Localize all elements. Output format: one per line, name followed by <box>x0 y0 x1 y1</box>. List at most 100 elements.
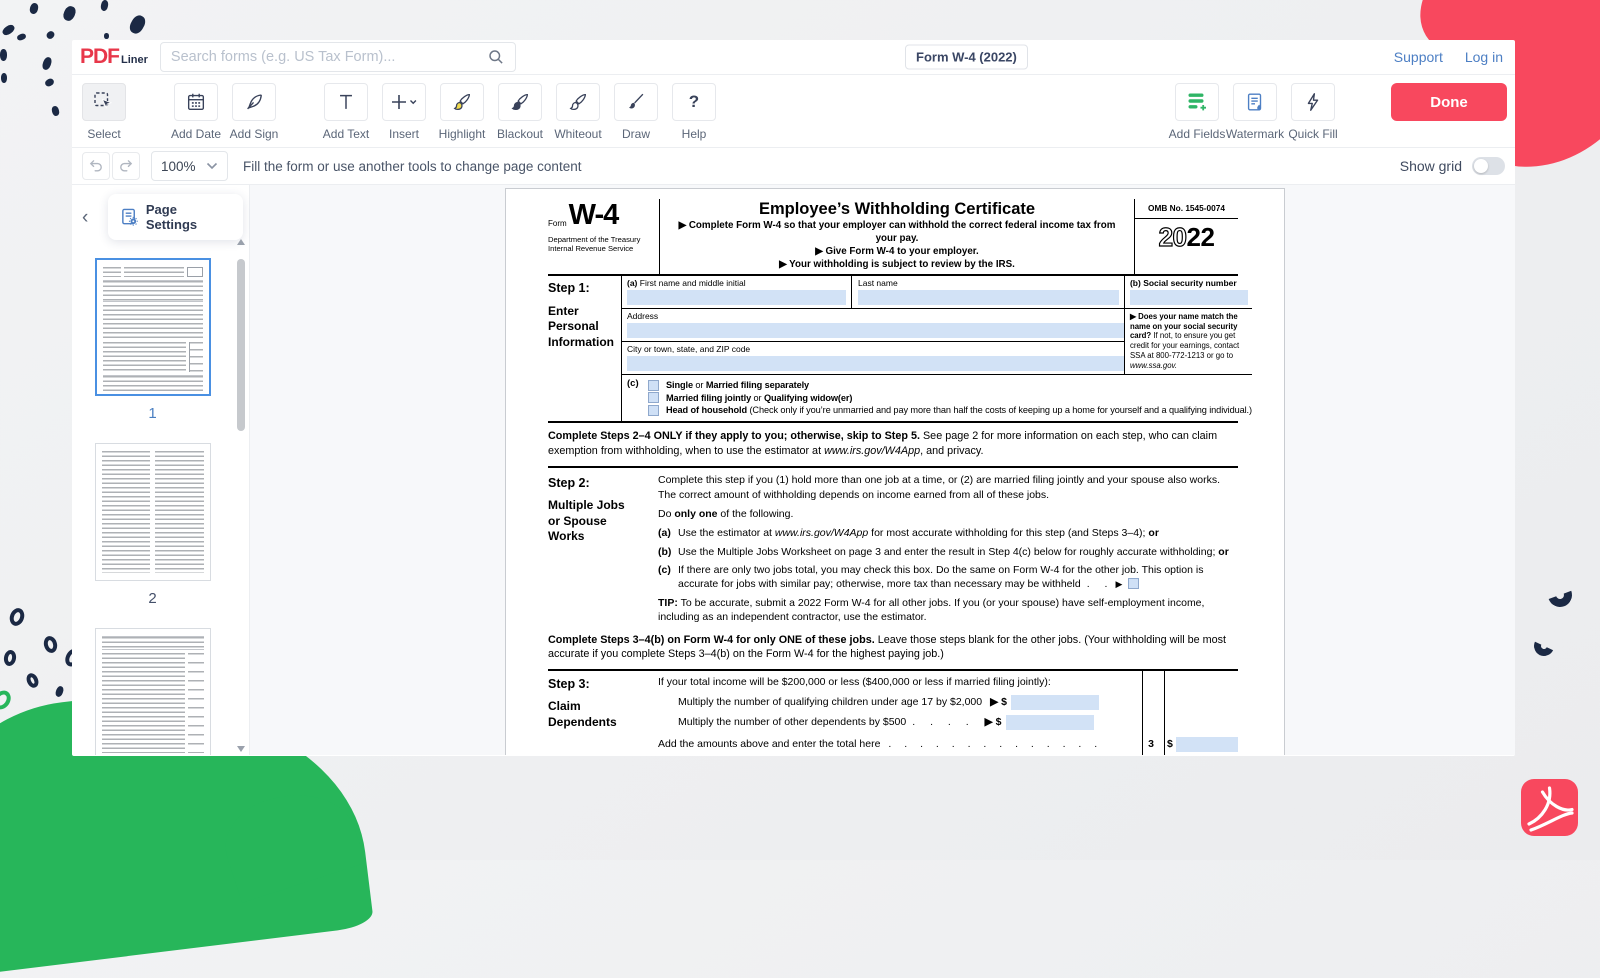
step2-paragraph-1: Complete this step if you (1) hold more … <box>658 473 1238 502</box>
other-dependents-field[interactable] <box>1006 715 1094 730</box>
ink-blot <box>61 4 77 22</box>
highlight-brush-icon <box>451 91 473 113</box>
show-grid-label: Show grid <box>1400 158 1462 174</box>
page-thumbnail-3[interactable] <box>95 628 211 755</box>
scroll-up-arrow[interactable] <box>237 239 245 245</box>
w4-form-page: Form W-4 Department of the Treasury Inte… <box>505 188 1285 755</box>
select-tool-button[interactable]: Select <box>82 83 126 141</box>
add-fields-icon <box>1185 90 1209 114</box>
ring-doodle <box>3 649 18 667</box>
ink-blot <box>16 33 27 42</box>
step3-label-col: Step 3: Claim Dependents <box>548 675 658 752</box>
add-sign-button[interactable]: Add Sign <box>232 83 276 141</box>
step2c-arrow: ▶ <box>1115 579 1122 589</box>
dept-line2: Internal Revenue Service <box>548 244 653 253</box>
step2-option-a: (a) Use the estimator at www.irs.gov/W4A… <box>658 526 1238 540</box>
w4-header-center: Employee’s Withholding Certificate ▶ Com… <box>660 199 1134 274</box>
select-cursor-icon <box>92 90 116 114</box>
first-name-field[interactable] <box>627 290 846 305</box>
dept-line1: Department of the Treasury <box>548 235 653 244</box>
step3-intro: If your total income will be $200,000 or… <box>658 675 1139 689</box>
ssn-label: Social security number <box>1143 278 1237 288</box>
filing-status-tag: (c) <box>622 378 648 417</box>
address-label: Address <box>627 311 1124 321</box>
quick-fill-button[interactable]: Quick Fill <box>1291 83 1335 141</box>
insert-button[interactable]: Insert <box>382 83 426 141</box>
ink-blot <box>54 685 64 698</box>
year-outline: 20 <box>1159 222 1187 252</box>
login-link[interactable]: Log in <box>1465 49 1503 65</box>
blackout-label: Blackout <box>497 127 543 141</box>
page-number-1[interactable]: 1 <box>148 405 156 422</box>
main-toolbar: Select Add Date Add Sign <box>72 75 1515 148</box>
two-jobs-checkbox[interactable] <box>1128 578 1139 589</box>
step2-sub1: Multiple Jobs <box>548 498 658 514</box>
steps-3-4b-note: Complete Steps 3–4(b) on Form W-4 for on… <box>548 631 1238 672</box>
qualifying-children-field[interactable] <box>1011 695 1099 710</box>
steps-3-4-table: Step 3: Claim Dependents If your total i… <box>548 671 1238 755</box>
blackout-button[interactable]: Blackout <box>498 83 542 141</box>
paintbrush-icon <box>625 91 647 113</box>
first-name-label: First name and middle initial <box>640 278 746 288</box>
step2-paragraph-2: Do only one of the following. <box>658 507 1238 521</box>
ssn-tag: (b) <box>1130 278 1141 288</box>
w4-header-left: Form W-4 Department of the Treasury Inte… <box>548 199 660 274</box>
head-of-household-option-label: Head of household (Check only if you’re … <box>666 405 1252 415</box>
single-checkbox[interactable] <box>648 380 659 391</box>
ssa-note-url: www.ssa.gov. <box>1130 361 1177 370</box>
pdfliner-logo[interactable]: PDF Liner <box>80 45 148 69</box>
head-of-household-checkbox[interactable] <box>648 405 659 416</box>
support-link[interactable]: Support <box>1394 49 1443 65</box>
pages-sidebar: ‹ Page Settings <box>72 185 250 755</box>
redo-button[interactable] <box>112 152 140 180</box>
sidebar-scrollbar <box>236 239 246 752</box>
page-thumbnail-1[interactable] <box>95 258 211 396</box>
search-bar <box>160 42 516 72</box>
page-number-2[interactable]: 2 <box>148 590 156 607</box>
city-field[interactable] <box>627 356 1124 371</box>
address-field[interactable] <box>627 323 1124 338</box>
scrollbar-thumb[interactable] <box>237 259 245 431</box>
step3-total-field[interactable] <box>1176 737 1238 752</box>
watermark-button[interactable]: Watermark <box>1233 83 1277 141</box>
whiteout-label: Whiteout <box>554 127 601 141</box>
page-settings-button[interactable]: Page Settings <box>108 194 243 240</box>
highlight-button[interactable]: Highlight <box>440 83 484 141</box>
add-date-button[interactable]: Add Date <box>174 83 218 141</box>
ink-blot <box>41 56 53 71</box>
last-name-field[interactable] <box>858 290 1119 305</box>
w4-bullet-1: ▶ Complete Form W-4 so that your employe… <box>668 220 1126 246</box>
first-name-tag: (a) <box>627 278 637 288</box>
search-input[interactable] <box>171 49 487 65</box>
help-button[interactable]: ? Help <box>672 83 716 141</box>
married-jointly-checkbox[interactable] <box>648 392 659 403</box>
toggle-knob <box>1474 159 1488 173</box>
undo-button[interactable] <box>82 152 110 180</box>
insert-label: Insert <box>389 127 419 141</box>
zoom-select[interactable]: 100% <box>151 151 228 181</box>
year-bold: 22 <box>1187 222 1215 252</box>
draw-label: Draw <box>622 127 650 141</box>
help-label: Help <box>682 127 707 141</box>
ink-blot <box>1 73 7 83</box>
w4-bullet-3: ▶ Your withholding is subject to review … <box>668 259 1126 272</box>
ssn-field[interactable] <box>1130 290 1248 305</box>
draw-button[interactable]: Draw <box>614 83 658 141</box>
ink-blot <box>0 49 7 61</box>
done-button[interactable]: Done <box>1391 83 1507 121</box>
scroll-down-arrow[interactable] <box>237 746 245 752</box>
collapse-sidebar-button[interactable]: ‹ <box>82 208 100 227</box>
steps-2-4-note-end: , and privacy. <box>920 445 983 457</box>
page-thumbnail-2[interactable] <box>95 443 211 581</box>
add-text-button[interactable]: Add Text <box>324 83 368 141</box>
whiteout-button[interactable]: Whiteout <box>556 83 600 141</box>
add-fields-button[interactable]: Add Fields <box>1175 83 1219 141</box>
document-canvas: Form W-4 Department of the Treasury Inte… <box>250 185 1515 755</box>
w4-bullet-2: ▶ Give Form W-4 to your employer. <box>668 246 1126 259</box>
search-icon[interactable] <box>487 48 505 66</box>
step2-option-c: (c) If there are only two jobs total, yo… <box>658 563 1238 592</box>
step3-line2: Multiply the number of other dependents … <box>658 715 1139 730</box>
hook-doodle <box>1531 633 1557 659</box>
show-grid-toggle[interactable] <box>1472 157 1505 175</box>
question-mark-icon: ? <box>689 92 699 112</box>
